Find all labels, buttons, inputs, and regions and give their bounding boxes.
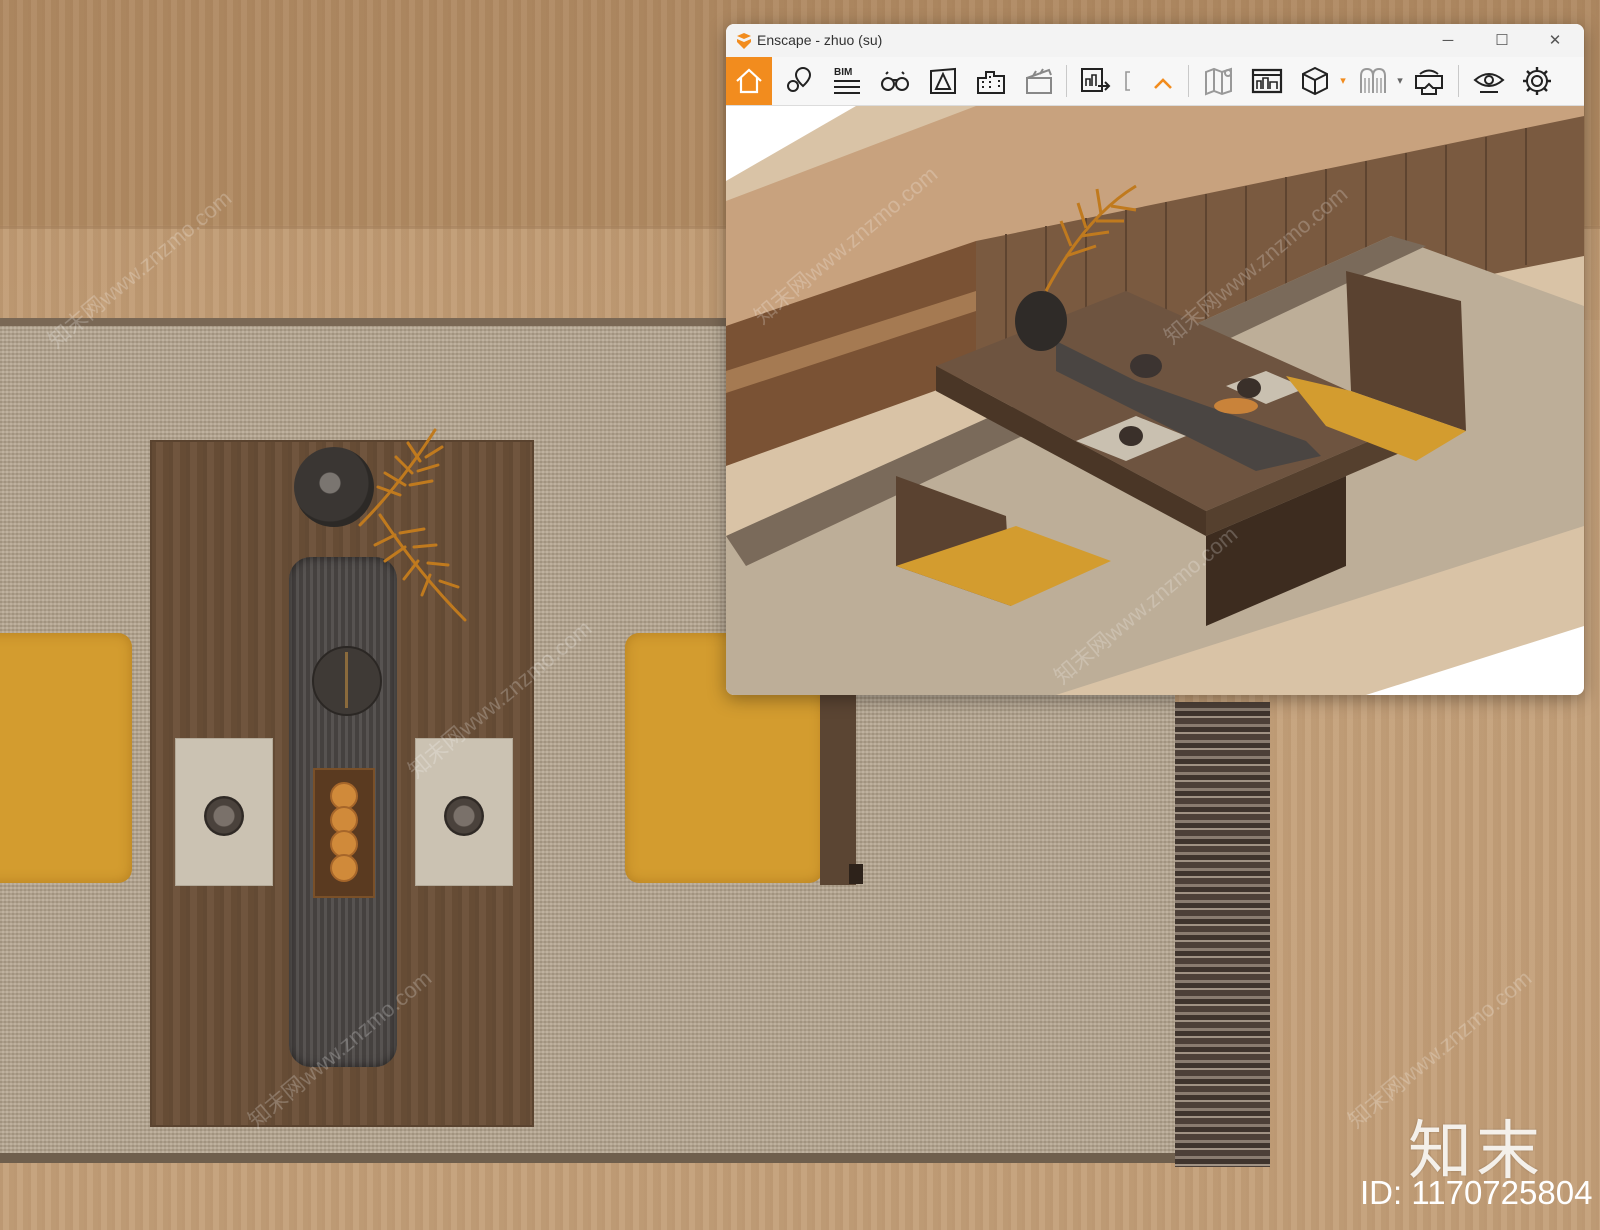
binoculars-icon <box>881 71 909 91</box>
location-pin-icon <box>787 66 812 92</box>
bim-button[interactable]: BIM <box>824 57 870 105</box>
title-bar[interactable]: Enscape - zhuo (su) ─ ☐ ✕ <box>726 24 1584 57</box>
collapse-chevron-icon <box>1154 78 1172 89</box>
render-vase <box>1015 291 1067 351</box>
panorama-icon <box>1251 68 1283 94</box>
tea-cup-left <box>204 796 244 836</box>
minimize-button[interactable]: ─ <box>1425 28 1471 54</box>
render-snack-plate <box>1214 398 1258 414</box>
map-icon <box>1205 67 1232 96</box>
panorama-button[interactable] <box>1244 57 1290 105</box>
toolbar-separator <box>1066 65 1067 97</box>
toolbar-separator <box>1188 65 1189 97</box>
enscape-window: Enscape - zhuo (su) ─ ☐ ✕ BIM ▾ ▾ 知末网www… <box>726 24 1584 695</box>
cookie <box>330 854 358 882</box>
chevron-down-icon[interactable]: ▾ <box>1394 71 1406 91</box>
enscape-logo-icon <box>737 33 751 49</box>
render-export-icon <box>1081 68 1111 92</box>
buildings-icon <box>977 71 1005 94</box>
buildings-button[interactable] <box>968 57 1014 105</box>
asset-library-button[interactable] <box>1350 57 1396 105</box>
close-button[interactable]: ✕ <box>1532 28 1578 54</box>
gear-icon <box>1523 67 1551 95</box>
clapperboard-icon <box>1026 68 1052 94</box>
bracket-icon <box>1125 71 1130 91</box>
settings-button[interactable] <box>1514 57 1560 105</box>
vr-headset-button[interactable] <box>1406 57 1452 105</box>
views-button[interactable] <box>776 57 822 105</box>
vr-headset-icon <box>1415 69 1443 95</box>
chevron-down-icon[interactable]: ▾ <box>1337 71 1349 91</box>
window-title: Enscape - zhuo (su) <box>757 32 883 48</box>
cube-button[interactable] <box>1292 57 1338 105</box>
maximize-button[interactable]: ☐ <box>1479 28 1525 54</box>
visual-settings-eye-icon <box>1473 73 1505 93</box>
binoculars-button[interactable] <box>872 57 918 105</box>
map-button[interactable] <box>1196 57 1242 105</box>
render-teapot <box>1130 354 1162 378</box>
image-id-label: ID: 1170725804 <box>1360 1174 1593 1211</box>
toolbar-separator <box>1458 65 1459 97</box>
bracket-button[interactable] <box>1120 57 1136 105</box>
seat-cushion-left <box>0 633 132 883</box>
render-cup <box>1237 378 1261 398</box>
render-export-button[interactable] <box>1072 57 1118 105</box>
rug-fringe <box>1175 702 1270 1167</box>
home-button[interactable] <box>726 57 772 105</box>
home-icon <box>736 68 762 94</box>
cube-icon <box>1302 66 1328 96</box>
render-cup <box>1119 426 1143 446</box>
teapot-handle <box>345 652 348 708</box>
visual-settings-button[interactable] <box>1466 57 1512 105</box>
site-context-button[interactable] <box>920 57 966 105</box>
fern-branch <box>358 428 467 622</box>
tea-cup-right <box>444 796 484 836</box>
asset-library-icon <box>1360 67 1386 93</box>
toolbar: BIM ▾ ▾ <box>726 57 1584 106</box>
bim-label: BIM <box>834 67 852 78</box>
chair-backrest <box>820 693 856 885</box>
render-viewport[interactable]: 知末网www.znzmo.com 知末网www.znzmo.com 知末网www… <box>726 106 1584 695</box>
video-editor-button[interactable] <box>1016 57 1062 105</box>
chair-foot <box>849 864 863 884</box>
collapse-toolbar-button[interactable] <box>1140 57 1186 105</box>
site-context-icon <box>930 67 956 94</box>
bim-icon: BIM <box>834 67 860 94</box>
